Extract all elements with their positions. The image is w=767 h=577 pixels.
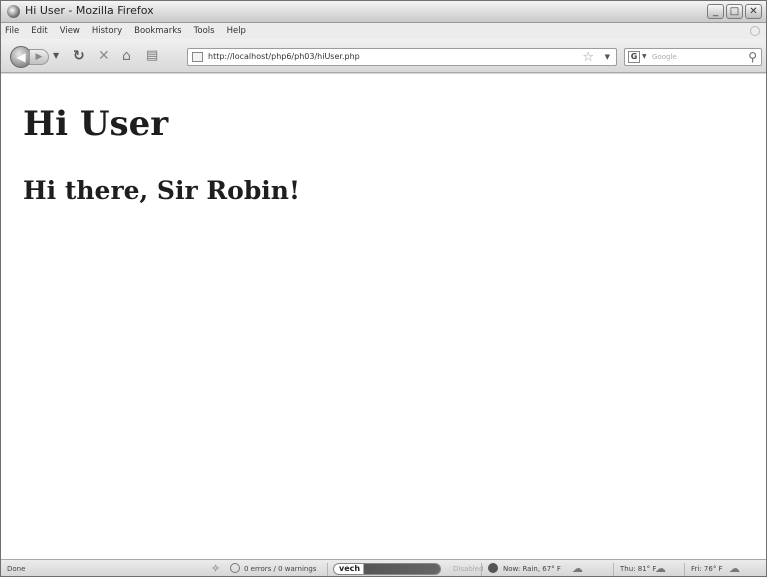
home-icon[interactable]: ⌂ [122,49,131,63]
menu-tools[interactable]: Tools [194,26,215,36]
reload-icon[interactable]: ↻ [73,49,85,63]
greeting-heading: Hi there, Sir Robin! [23,176,300,205]
firefox-icon [7,5,20,18]
url-dropdown-icon[interactable]: ▼ [605,53,610,61]
status-divider [481,563,482,576]
weather-now[interactable]: Now: Rain, 67° F [503,565,561,573]
throbber-icon [750,26,760,36]
navigation-toolbar: ◀ ▶ ▼ ↻ ✕ ⌂ ▤ http://localhost/php6/ph03… [1,39,766,73]
status-divider [327,563,328,576]
status-text: Done [7,565,26,573]
page-content: Hi User Hi there, Sir Robin! [1,74,766,559]
star-icon[interactable]: ☆ [582,50,594,65]
search-engine-icon[interactable]: G [628,51,640,63]
menu-file[interactable]: File [5,26,19,36]
maximize-button[interactable]: □ [726,4,743,19]
cloud-icon: ☁ [655,562,666,575]
menu-view[interactable]: View [60,26,80,36]
window-controls: _ □ ✕ [707,4,762,19]
vech-label: vech [339,564,361,573]
page-heading: Hi User [23,104,169,144]
rain-cloud-icon: ☁ [572,562,583,575]
cloud-icon: ☁ [729,562,740,575]
close-button[interactable]: ✕ [745,4,762,19]
weather-globe-icon[interactable] [488,563,498,573]
history-dropdown-icon[interactable]: ▼ [53,51,59,60]
browser-window: Hi User - Mozilla Firefox _ □ ✕ File Edi… [0,0,767,577]
magnifier-icon[interactable]: ⚲ [748,50,757,64]
disabled-label[interactable]: Disabled [453,565,483,573]
menu-bar: File Edit View History Bookmarks Tools H… [1,23,766,39]
weather-thu[interactable]: Thu: 81° F [620,565,656,573]
engine-dropdown-icon[interactable]: ▼ [642,53,647,60]
search-input[interactable]: Google [652,53,677,61]
error-count[interactable]: 0 errors / 0 warnings [244,565,316,573]
title-bar: Hi User - Mozilla Firefox _ □ ✕ [1,1,766,23]
bookmark-icon[interactable]: ▤ [146,49,158,63]
menu-help[interactable]: Help [227,26,246,36]
menu-history[interactable]: History [92,26,122,36]
weather-fri[interactable]: Fri: 76° F [691,565,723,573]
search-box[interactable]: G ▼ Google ⚲ [624,48,762,66]
site-icon [192,52,203,62]
stop-icon[interactable]: ✕ [98,49,110,63]
url-text[interactable]: http://localhost/php6/ph03/hiUser.php [208,52,360,61]
menu-edit[interactable]: Edit [31,26,47,36]
addon-icon[interactable]: ✧ [211,562,220,575]
status-divider [684,563,685,576]
menu-bookmarks[interactable]: Bookmarks [134,26,182,36]
forward-arrow-icon[interactable]: ▶ [29,49,49,65]
status-bar: Done ✧ 0 errors / 0 warnings vech Disabl… [1,559,766,576]
status-divider [613,563,614,576]
minimize-button[interactable]: _ [707,4,724,19]
error-console-icon[interactable] [230,563,240,573]
address-bar[interactable]: http://localhost/php6/ph03/hiUser.php ☆ … [187,48,617,66]
window-title: Hi User - Mozilla Firefox [25,4,154,17]
